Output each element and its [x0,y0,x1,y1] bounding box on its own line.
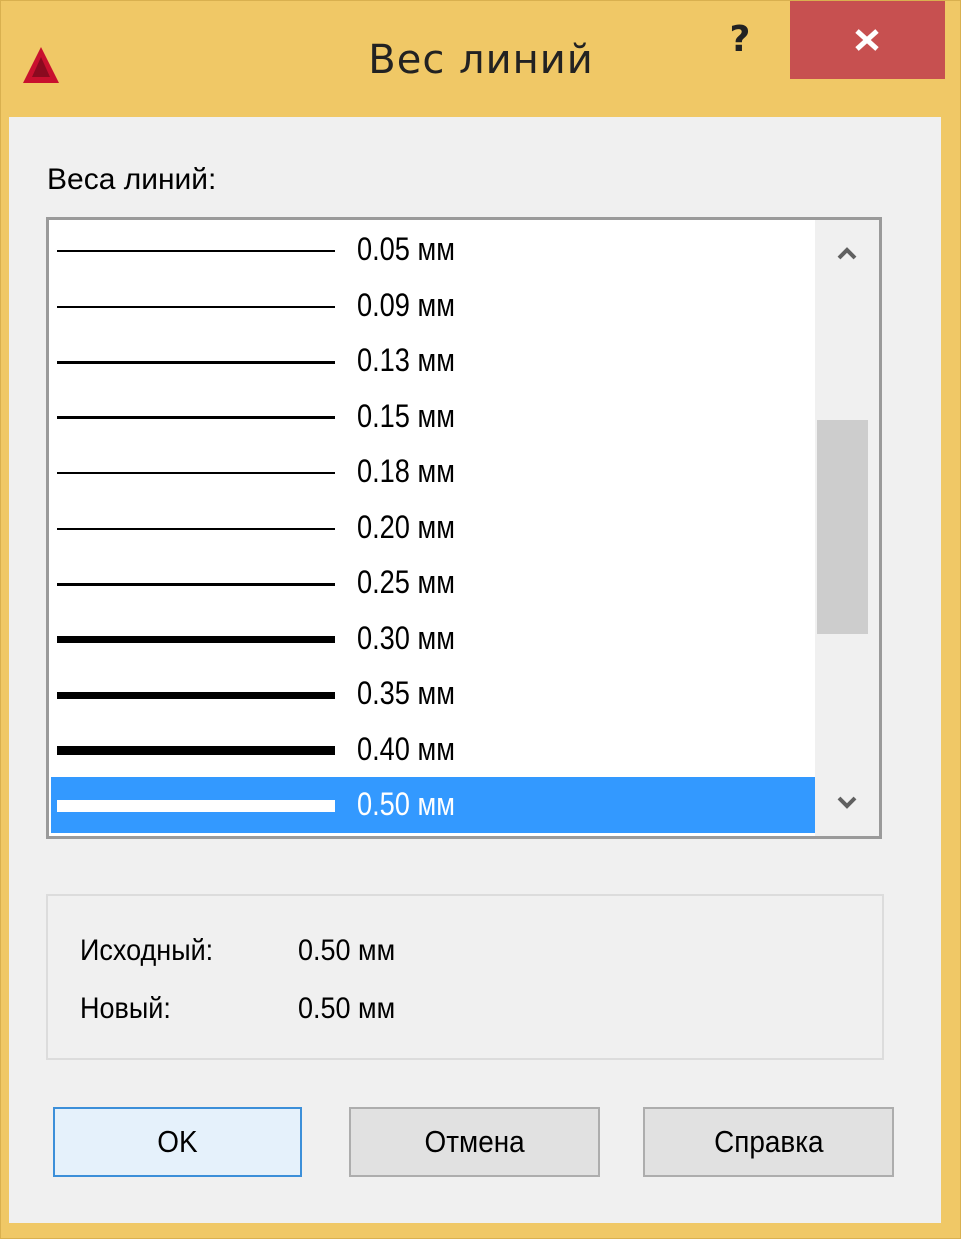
scroll-down-button[interactable] [815,778,879,828]
lineweights-label: Веса линий: [47,163,217,196]
lineweight-item[interactable]: 0.30 мм [51,611,815,667]
lineweight-sample-line [57,582,335,586]
close-button[interactable] [790,1,945,79]
lineweight-item[interactable]: 0.35 мм [51,666,815,722]
lineweight-sample-line [57,527,335,530]
lineweight-sample-line [57,472,335,474]
lineweight-sample-line [57,800,335,812]
lineweight-listbox[interactable]: 0.05 мм 0.09 мм 0.13 мм 0.15 мм 0.18 мм 0.20 … [46,217,882,839]
lineweight-item[interactable]: 0.50 мм [51,777,815,833]
lineweight-item-label: 0.09 мм [357,286,455,323]
lineweight-item[interactable]: 0.40 мм [51,722,815,778]
lineweight-sample-line [57,691,335,699]
chevron-down-icon [837,796,857,809]
dialog-body: Веса линий: 0.05 мм 0.09 мм 0.13 мм 0.15 мм… [9,117,941,1223]
lineweight-sample-line [57,305,335,308]
new-label: Новый: [80,992,171,1025]
lineweight-item-label: 0.18 мм [357,453,455,489]
lineweight-sample-line [57,636,335,643]
lineweight-sample-line [57,746,335,755]
cancel-button-label: Отмена [424,1124,525,1159]
lineweight-item[interactable]: 0.15 мм [51,389,815,445]
lineweight-item[interactable]: 0.13 мм [51,333,815,389]
lineweight-item-label: 0.05 мм [357,231,455,267]
ok-button-label: OK [157,1124,198,1159]
original-value: 0.50 мм [298,934,396,967]
new-value: 0.50 мм [298,992,396,1025]
lineweight-item[interactable]: 0.09 мм [51,278,815,334]
lineweight-item[interactable]: 0.20 мм [51,500,815,556]
lineweight-sample-line [57,360,335,364]
scroll-thumb[interactable] [817,420,868,634]
lineweight-item-label: 0.15 мм [357,397,455,434]
lineweight-item-label: 0.30 мм [357,619,455,656]
lineweight-list: 0.05 мм 0.09 мм 0.13 мм 0.15 мм 0.18 мм 0.20 … [51,222,815,833]
help-button[interactable]: Справка [643,1107,894,1177]
lineweight-sample-line [57,416,335,419]
original-label: Исходный: [80,934,214,967]
lineweight-item-label: 0.50 мм [357,786,455,822]
help-button-label: Справка [713,1124,824,1159]
scroll-up-button[interactable] [815,228,879,278]
help-icon[interactable]: ? [715,15,765,65]
autocad-logo-icon [21,45,61,85]
lineweight-item[interactable]: 0.18 мм [51,444,815,500]
lineweight-dialog: Вес линий ? Веса линий: 0.05 мм 0.09 мм 0.… [0,0,961,1239]
lineweight-info-panel: Исходный: 0.50 мм Новый: 0.50 мм [46,894,884,1060]
lineweight-item-label: 0.25 мм [357,564,455,600]
ok-button[interactable]: OK [53,1107,302,1177]
close-icon [855,29,879,51]
chevron-up-icon [837,247,857,260]
dialog-title: Вес линий [368,37,594,83]
vertical-scrollbar[interactable] [815,220,879,836]
title-bar[interactable]: Вес линий ? [1,1,961,111]
lineweight-item-label: 0.20 мм [357,508,455,545]
lineweight-item-label: 0.35 мм [357,675,455,711]
lineweight-item[interactable]: 0.05 мм [51,222,815,278]
lineweight-item[interactable]: 0.25 мм [51,555,815,611]
cancel-button[interactable]: Отмена [349,1107,600,1177]
lineweight-sample-line [57,250,335,252]
lineweight-item-label: 0.13 мм [357,342,455,378]
lineweight-item-label: 0.40 мм [357,730,455,767]
